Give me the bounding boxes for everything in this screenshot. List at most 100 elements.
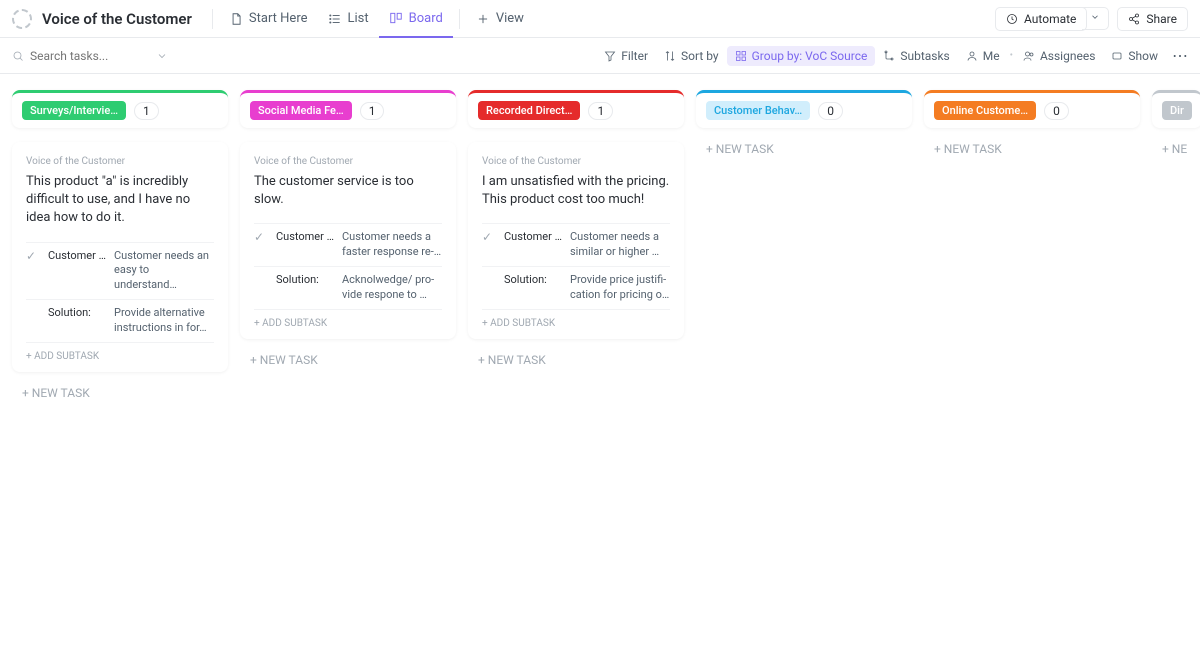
plus-icon (476, 12, 490, 26)
field-row: ✓Customer …Customer needs an easy to und… (26, 242, 214, 300)
new-task-button[interactable]: + NE (1152, 128, 1200, 156)
board-column: Surveys/Intervie… 1 Voice of the Customer T… (12, 90, 228, 400)
share-button[interactable]: Share (1117, 7, 1188, 31)
tab-label: Start Here (249, 11, 308, 26)
page-title: Voice of the Customer (42, 10, 192, 28)
show-icon (1111, 50, 1123, 62)
column-header[interactable]: Social Media Fe… 1 (240, 90, 456, 128)
card-title: I am unsatisfied with the pricing. This … (482, 173, 670, 209)
field-label: Solution: (48, 306, 106, 319)
column-count: 1 (360, 102, 385, 120)
assignees-button[interactable]: Assignees (1015, 46, 1103, 66)
group-by-button[interactable]: Group by: VoC Source (727, 46, 876, 66)
add-subtask-button[interactable]: + ADD SUBTASK (254, 309, 442, 331)
add-subtask-button[interactable]: + ADD SUBTASK (26, 342, 214, 364)
toolbar: Filter Sort by Group by: VoC Source Subt… (0, 38, 1200, 74)
field-value: Provide alternative instructions in for… (114, 306, 214, 336)
tab-label: View (496, 11, 524, 26)
new-task-button[interactable]: + NEW TASK (696, 128, 912, 156)
filter-button[interactable]: Filter (596, 46, 656, 66)
field-row: Solution: Provide price justifi-cation fo… (482, 266, 670, 309)
add-subtask-button[interactable]: + ADD SUBTASK (482, 309, 670, 331)
field-label: Customer … (48, 249, 106, 262)
search-icon (12, 50, 24, 62)
automate-button[interactable]: Automate (995, 7, 1087, 31)
new-task-button[interactable]: + NEW TASK (924, 128, 1140, 156)
subtasks-button[interactable]: Subtasks (875, 46, 957, 66)
column-header[interactable]: Recorded Direct… 1 (468, 90, 684, 128)
board-column: Customer Behav… 0 + NEW TASK (696, 90, 912, 156)
search-wrap (12, 49, 182, 63)
column-chip: Surveys/Intervie… (22, 101, 126, 120)
card-breadcrumb: Voice of the Customer (254, 156, 442, 167)
tab-label: Board (409, 11, 443, 26)
column-count: 1 (134, 102, 159, 120)
new-task-button[interactable]: + NEW TASK (240, 339, 456, 367)
column-chip: Recorded Direct… (478, 101, 580, 120)
field-label: Customer … (276, 230, 334, 243)
field-value: Customer needs a faster response re-… (342, 230, 442, 260)
filter-icon (604, 50, 616, 62)
field-label: Solution: (276, 273, 334, 286)
field-row: ✓Customer …Customer needs a faster respo… (254, 223, 442, 266)
share-icon (1128, 13, 1140, 25)
show-button[interactable]: Show (1103, 46, 1166, 66)
list-icon (328, 12, 342, 26)
chevron-down-icon[interactable] (156, 50, 168, 62)
divider (212, 9, 213, 29)
field-value: Acknolwedge/ pro-vide respone to … (342, 273, 442, 303)
field-value: Customer needs a similar or higher … (570, 230, 670, 260)
column-header[interactable]: Dir (1152, 90, 1200, 128)
board-icon (389, 11, 403, 25)
column-chip: Online Custome… (934, 101, 1036, 120)
task-card[interactable]: Voice of the CustomerThe customer servic… (240, 142, 456, 339)
card-breadcrumb: Voice of the Customer (26, 156, 214, 167)
column-chip: Social Media Fe… (250, 101, 352, 120)
tab-list[interactable]: List (318, 0, 379, 38)
board-column: Dir + NE (1152, 90, 1200, 156)
tab-board[interactable]: Board (379, 0, 453, 38)
card-title: This product "a" is incredibly difficult… (26, 173, 214, 228)
new-task-button[interactable]: + NEW TASK (12, 372, 228, 400)
column-header[interactable]: Online Custome… 0 (924, 90, 1140, 128)
field-value: Customer needs an easy to understand… (114, 249, 214, 294)
sort-icon (664, 50, 676, 62)
column-header[interactable]: Customer Behav… 0 (696, 90, 912, 128)
divider (459, 9, 460, 29)
chevron-down-icon (1090, 12, 1100, 22)
column-count: 0 (818, 102, 843, 120)
column-chip: Dir (1162, 101, 1192, 120)
workspace-icon (12, 9, 32, 29)
column-chip: Customer Behav… (706, 101, 810, 120)
subtasks-icon (883, 50, 895, 62)
new-task-button[interactable]: + NEW TASK (468, 339, 684, 367)
field-row: ✓ Customer … Customer needs a similar or h… (482, 223, 670, 266)
column-header[interactable]: Surveys/Intervie… 1 (12, 90, 228, 128)
board-column: Online Custome… 0 + NEW TASK (924, 90, 1140, 156)
board-column: Social Media Fe… 1 Voice of the CustomerTh… (240, 90, 456, 367)
board-column: Recorded Direct… 1 Voice of the Customer I … (468, 90, 684, 367)
group-icon (735, 50, 747, 62)
column-count: 0 (1044, 102, 1069, 120)
automate-dropdown[interactable] (1082, 7, 1109, 30)
board-area: Surveys/Intervie…1Voice of the CustomerT… (0, 74, 1200, 416)
more-menu[interactable]: ⋯ (1172, 46, 1188, 65)
users-icon (1023, 50, 1035, 62)
task-card[interactable]: Voice of the Customer I am unsatisfied wi… (468, 142, 684, 339)
field-row: Solution: Acknolwedge/ pro-vide respone t… (254, 266, 442, 309)
me-button[interactable]: Me (958, 46, 1008, 66)
share-label: Share (1146, 12, 1177, 26)
tab-start-here[interactable]: Start Here (219, 0, 318, 38)
field-label: Solution: (504, 273, 562, 286)
dot-separator: • (1010, 50, 1013, 61)
check-icon: ✓ (482, 230, 496, 244)
automate-label: Automate (1024, 12, 1076, 26)
field-value: Provide price justifi-cation for pricing… (570, 273, 670, 303)
field-label: Customer … (504, 230, 562, 243)
tab-add-view[interactable]: View (466, 0, 534, 38)
sort-button[interactable]: Sort by (656, 46, 727, 66)
search-input[interactable] (30, 49, 150, 63)
card-breadcrumb: Voice of the Customer (482, 156, 670, 167)
column-count: 1 (588, 102, 613, 120)
task-card[interactable]: Voice of the Customer This product "a" is… (12, 142, 228, 372)
